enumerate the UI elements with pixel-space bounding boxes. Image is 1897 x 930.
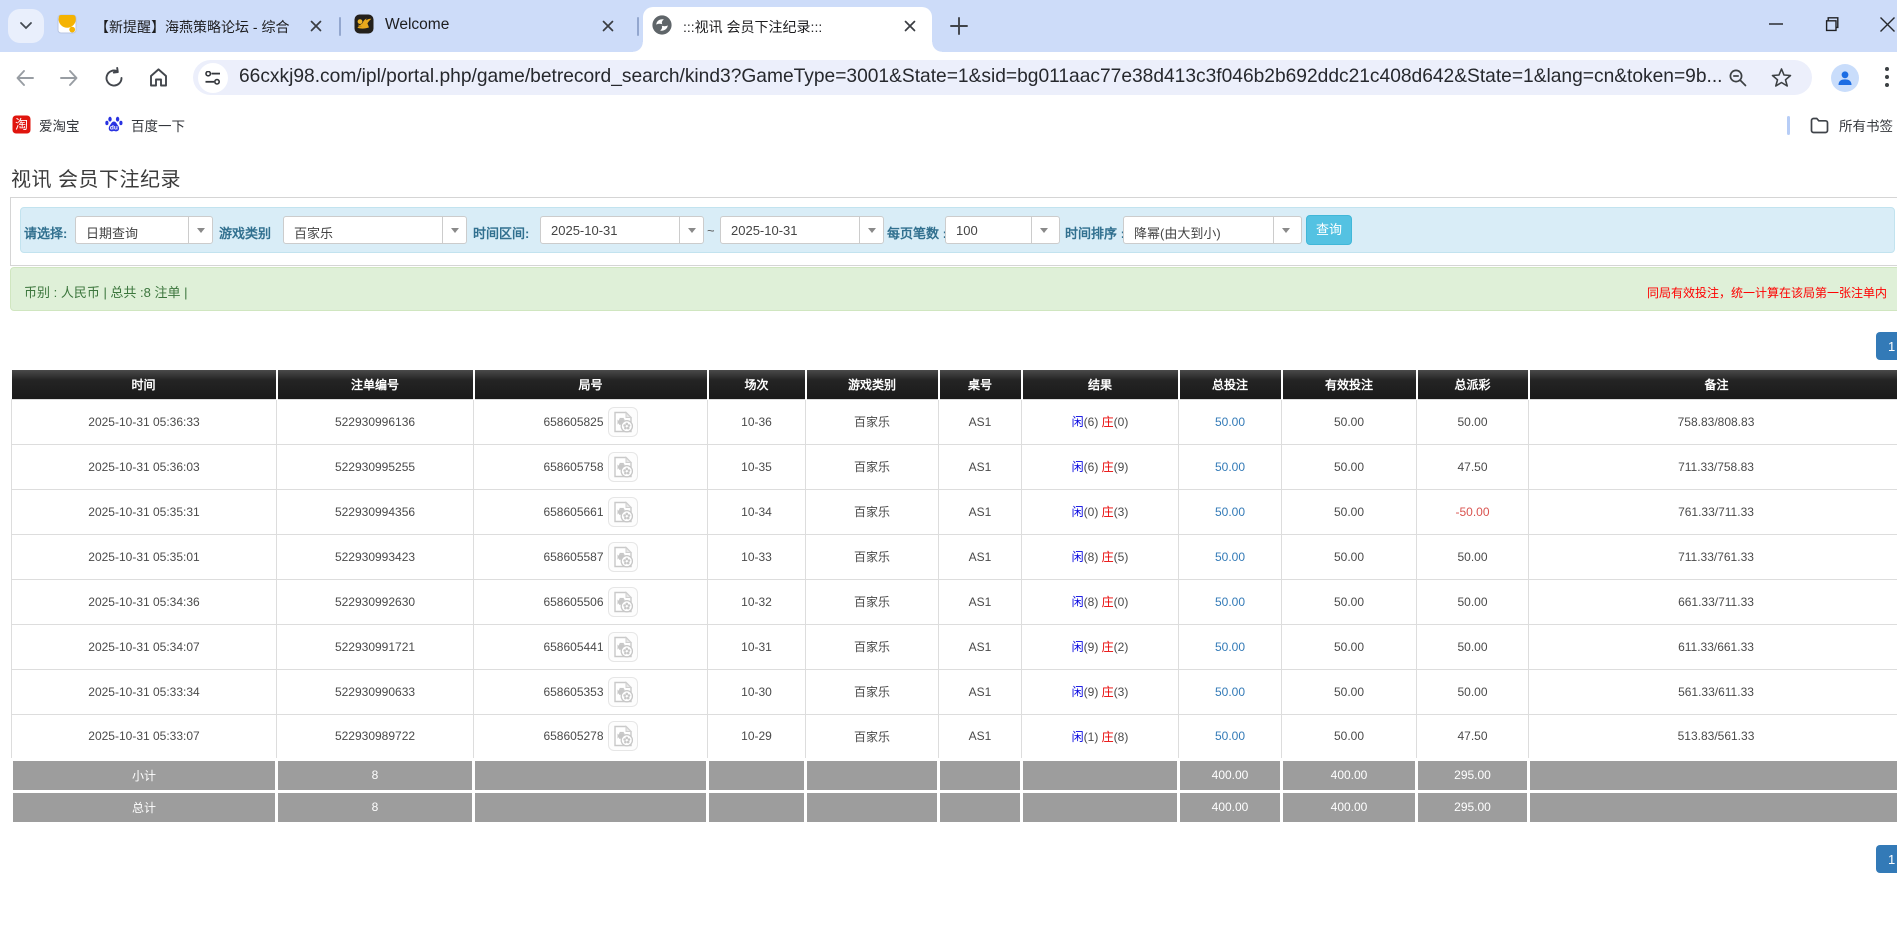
svg-text:du: du (110, 125, 118, 132)
svg-text:淘: 淘 (15, 117, 28, 132)
